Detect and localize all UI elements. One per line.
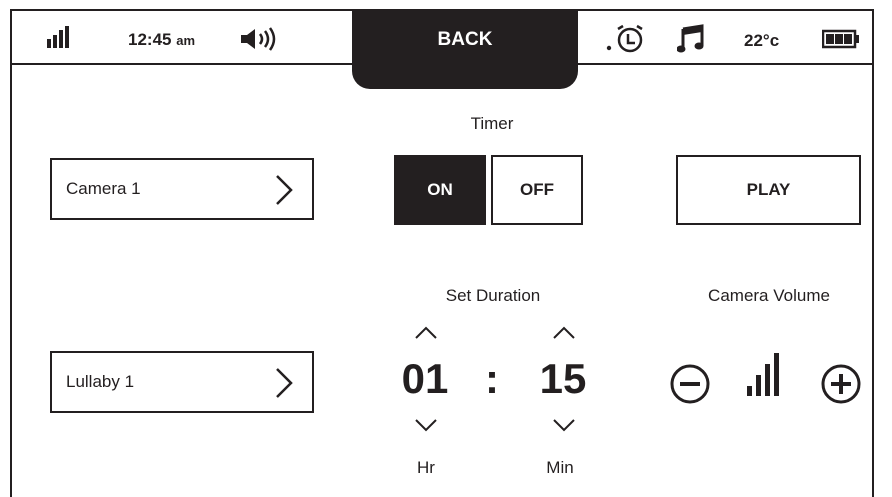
time-ampm: am <box>176 33 196 48</box>
alarm-clock-icon[interactable] <box>605 24 645 54</box>
minutes-value: 15 <box>539 355 587 402</box>
chevron-right-icon <box>276 175 293 205</box>
camera-selector-label: Camera 1 <box>66 179 141 198</box>
minutes-label: Min <box>546 458 574 477</box>
hours-label: Hr <box>417 458 435 477</box>
chevron-up-icon[interactable] <box>414 326 438 340</box>
camera-selector[interactable]: Camera 1 <box>50 158 314 220</box>
signal-icon <box>47 26 69 48</box>
back-button[interactable]: BACK <box>352 11 578 89</box>
timer-title: Timer <box>470 114 514 133</box>
hours-value: 01 <box>401 355 449 402</box>
time-value: 12:45 <box>128 30 172 49</box>
chevron-up-icon[interactable] <box>552 326 576 340</box>
music-note-icon[interactable] <box>677 24 705 54</box>
play-button[interactable]: PLAY <box>676 155 861 225</box>
lullaby-selector[interactable]: Lullaby 1 <box>50 351 314 413</box>
timer-on-button[interactable]: ON <box>394 155 486 225</box>
chevron-right-icon <box>276 368 293 398</box>
lullaby-selector-label: Lullaby 1 <box>66 372 135 391</box>
chevron-down-icon[interactable] <box>414 418 438 432</box>
plus-circle-icon[interactable] <box>820 363 862 405</box>
timer-off-button[interactable]: OFF <box>491 155 583 225</box>
set-duration-title: Set Duration <box>445 286 541 305</box>
camera-volume-title: Camera Volume <box>708 286 830 305</box>
speaker-icon[interactable] <box>239 27 279 51</box>
temperature: 22°c <box>744 31 780 50</box>
time-separator: : <box>485 355 499 402</box>
volume-level-icon <box>747 353 779 396</box>
status-time: 12:45 am <box>128 30 195 50</box>
chevron-down-icon[interactable] <box>552 418 576 432</box>
minus-circle-icon[interactable] <box>669 363 711 405</box>
battery-icon <box>822 29 859 49</box>
